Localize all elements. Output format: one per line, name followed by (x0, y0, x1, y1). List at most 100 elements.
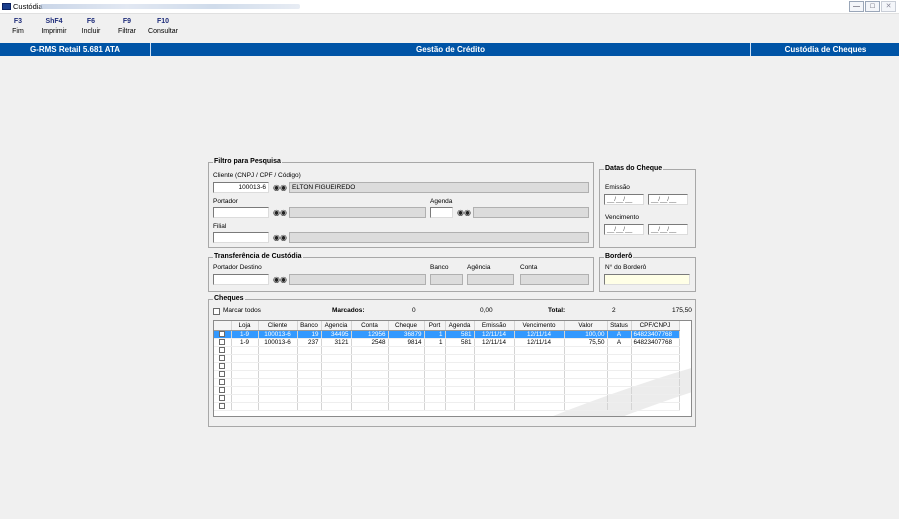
column-header[interactable]: Cheque (388, 321, 425, 331)
column-header[interactable]: Port (424, 321, 446, 331)
toolbar-incluir-button[interactable]: F6 Incluir (78, 18, 104, 35)
row-checkbox-cell[interactable] (214, 378, 232, 387)
agencia-field (467, 274, 514, 285)
filtro-title: Filtro para Pesquisa (213, 158, 282, 165)
table-row-empty[interactable] (214, 346, 680, 355)
vencimento-end-input[interactable]: __/__/__ (648, 224, 688, 235)
table-row-empty[interactable] (214, 370, 680, 379)
table-cell (474, 402, 515, 411)
table-cell (474, 346, 515, 355)
table-cell (424, 370, 446, 379)
cliente-input[interactable]: 100013-6 (213, 182, 269, 193)
binoculars-icon[interactable]: ◉◉ (273, 182, 287, 193)
table-cell (388, 378, 425, 387)
table-cell (388, 362, 425, 371)
table-cell (231, 402, 259, 411)
binoculars-icon[interactable]: ◉◉ (457, 207, 471, 218)
portador-destino-input[interactable] (213, 274, 269, 285)
row-checkbox[interactable] (219, 378, 226, 385)
column-header[interactable]: Loja (231, 321, 259, 331)
table-cell (514, 354, 565, 363)
agenda-input[interactable] (430, 207, 453, 218)
column-header[interactable]: CPF/CNPJ (631, 321, 680, 331)
column-header[interactable]: Cliente (258, 321, 298, 331)
row-checkbox[interactable] (219, 402, 226, 409)
table-cell (514, 386, 565, 395)
table-row[interactable]: 1-9 100013-6 237 3121 2548 9814 1 581 12/11/14 12… (214, 338, 680, 347)
row-checkbox-cell[interactable] (214, 402, 232, 411)
row-checkbox-cell[interactable] (214, 386, 232, 395)
table-cell (445, 370, 475, 379)
row-checkbox-cell[interactable] (214, 394, 232, 403)
system-version: G-RMS Retail 5.681 ATA (0, 43, 151, 56)
emissao-end-input[interactable]: __/__/__ (648, 194, 688, 205)
maximize-icon[interactable]: □ (865, 1, 880, 12)
table-row[interactable]: 1-9 100013-6 19 34495 12956 36879 1 581 12/11/14… (214, 330, 680, 339)
toolbar-fim-button[interactable]: F3 Fim (10, 18, 26, 35)
table-row-empty[interactable] (214, 354, 680, 363)
emissao-label: Emissão (605, 184, 630, 191)
binoculars-icon[interactable]: ◉◉ (273, 207, 287, 218)
table-cell (388, 394, 425, 403)
row-checkbox[interactable] (219, 386, 226, 393)
row-checkbox-cell[interactable] (214, 370, 232, 379)
column-header[interactable]: Conta (351, 321, 389, 331)
filial-input[interactable] (213, 232, 269, 243)
bordero-title: Borderô (604, 253, 634, 260)
table-cell (231, 378, 259, 387)
row-checkbox[interactable] (219, 338, 226, 345)
row-checkbox-cell[interactable] (214, 362, 232, 371)
table-cell (474, 394, 515, 403)
table-cell (231, 362, 259, 371)
marcar-todos-label: Marcar todos (223, 307, 261, 314)
row-checkbox[interactable] (219, 354, 226, 361)
binoculars-icon[interactable]: ◉◉ (273, 274, 287, 285)
toolbar-imprimir-button[interactable]: ShF4 Imprimir (37, 18, 71, 35)
close-icon[interactable]: ✕ (881, 1, 896, 12)
row-checkbox[interactable] (219, 362, 226, 369)
column-header[interactable]: Agencia (321, 321, 352, 331)
portador-nome-field (289, 207, 426, 218)
emissao-start-input[interactable]: __/__/__ (604, 194, 644, 205)
table-cell (631, 346, 680, 355)
table-row-empty[interactable] (214, 394, 680, 403)
row-checkbox[interactable] (219, 370, 226, 377)
column-header[interactable]: Agenda (445, 321, 475, 331)
column-header[interactable]: Vencimento (514, 321, 565, 331)
marcar-todos-checkbox[interactable] (213, 308, 220, 315)
window-title: Custódia (13, 2, 43, 11)
row-checkbox-cell[interactable] (214, 330, 232, 339)
column-header[interactable]: Valor (564, 321, 608, 331)
row-checkbox-cell[interactable] (214, 354, 232, 363)
column-header[interactable]: Banco (297, 321, 322, 331)
binoculars-icon[interactable]: ◉◉ (273, 232, 287, 243)
table-cell: A (607, 338, 632, 347)
row-checkbox[interactable] (219, 394, 226, 401)
table-row-empty[interactable] (214, 386, 680, 395)
row-checkbox-cell[interactable] (214, 346, 232, 355)
table-cell: 581 (445, 338, 475, 347)
bordero-numero-input[interactable] (604, 274, 690, 285)
toolbar-filtrar-button[interactable]: F9 Filtrar (115, 18, 139, 35)
table-cell (351, 394, 389, 403)
column-header[interactable]: Status (607, 321, 632, 331)
table-row-empty[interactable] (214, 402, 680, 411)
table-row-empty[interactable] (214, 378, 680, 387)
column-header[interactable]: Emissão (474, 321, 515, 331)
column-header[interactable] (214, 321, 232, 331)
banco-field (430, 274, 463, 285)
transferencia-title: Transferência de Custódia (213, 253, 303, 260)
row-checkbox[interactable] (219, 330, 226, 337)
table-cell: 12/11/14 (474, 338, 515, 347)
toolbar-consultar-button[interactable]: F10 Consultar (146, 18, 180, 35)
cheques-table: Loja Cliente Banco Agencia Conta Cheque Port Ag… (214, 321, 680, 411)
table-cell (297, 370, 322, 379)
table-row-empty[interactable] (214, 362, 680, 371)
portador-input[interactable] (213, 207, 269, 218)
cheques-grid[interactable]: Loja Cliente Banco Agencia Conta Cheque Port Ag… (213, 320, 692, 417)
vencimento-start-input[interactable]: __/__/__ (604, 224, 644, 235)
minimize-icon[interactable]: — (849, 1, 864, 12)
row-checkbox-cell[interactable] (214, 338, 232, 347)
row-checkbox[interactable] (219, 346, 226, 353)
table-cell (631, 370, 680, 379)
